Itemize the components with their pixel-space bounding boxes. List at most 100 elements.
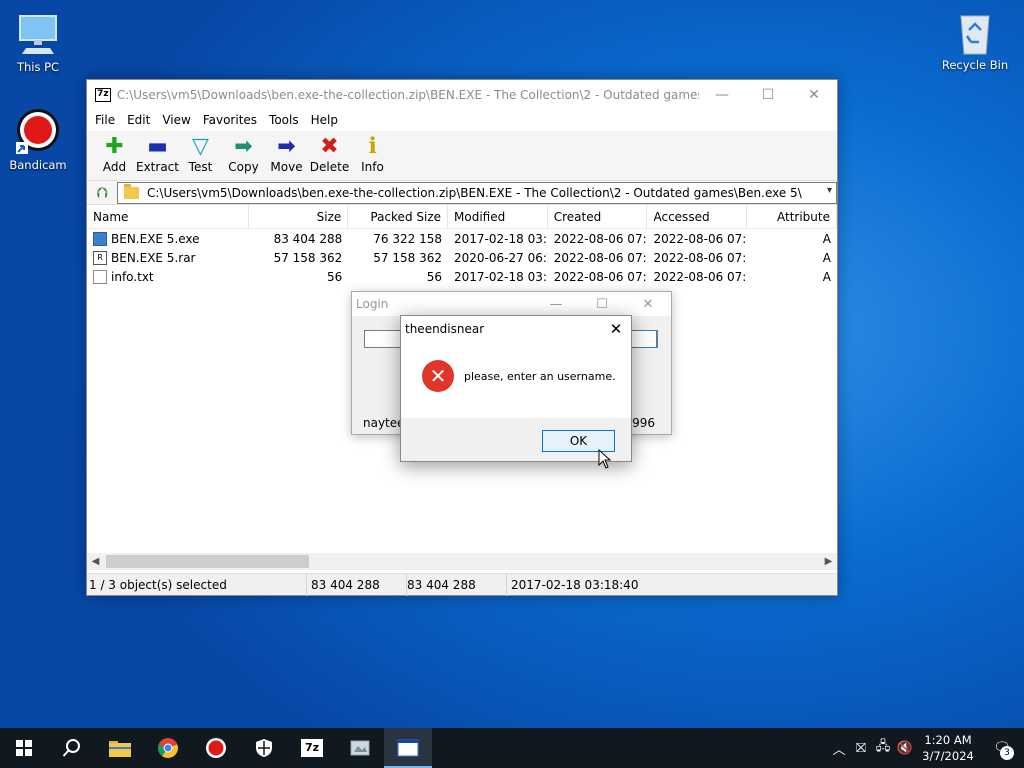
file-modified: 2020-06-27 06:29 [454,250,548,265]
desktop-icon-recycle-bin[interactable]: Recycle Bin [937,8,1013,72]
desktop-icon-bandicam[interactable]: Bandicam [0,108,76,172]
scroll-thumb[interactable] [106,555,309,568]
message-box-title: theendisnear [405,321,485,336]
chrome-icon [158,738,178,758]
volume-muted-icon[interactable]: 🔇 [894,741,916,756]
maximize-button[interactable]: ☐ [745,80,791,109]
file-packed-size: 57 158 362 [373,250,443,265]
start-button[interactable] [0,728,48,768]
file-size: 57 158 362 [273,250,343,265]
taskbar: 7z ︿ ⛝ 🖧 🔇 1:20 AM 3/7/2024 🗨 3 [0,728,1024,768]
clock-date: 3/7/2024 [922,749,974,763]
file-created: 2022-08-06 07:38 [553,269,648,284]
delete-button[interactable]: ✖ Delete [308,134,351,175]
chevron-down-icon[interactable]: ▾ [827,185,832,196]
column-packed-size[interactable]: Packed Size [348,204,449,229]
add-button[interactable]: ✚ Add [93,134,136,175]
status-selected: 1 / 3 object(s) selected [87,573,307,596]
search-icon [62,739,80,757]
test-button[interactable]: ▽ Test [179,134,222,175]
message-box-footer: OK [401,418,631,461]
menu-edit[interactable]: Edit [121,113,156,127]
system-tray: ︿ ⛝ 🖧 🔇 1:20 AM 3/7/2024 🗨 3 [828,728,1024,768]
info-icon: ℹ [368,134,377,159]
double-arrow-right-icon: ➡ [234,134,253,159]
clock[interactable]: 1:20 AM 3/7/2024 [916,732,980,764]
minimize-button[interactable]: — [699,80,745,109]
action-center-button[interactable]: 🗨 3 [980,728,1024,768]
column-name[interactable]: Name [87,204,249,229]
chevron-down-icon: ▽ [192,134,209,159]
network-icon[interactable]: 🖧 [872,737,894,759]
network-warning-icon[interactable]: ⛝ [850,741,872,756]
shield-icon [256,739,272,757]
search-button[interactable] [48,728,96,768]
title-bar[interactable]: 7z C:\Users\vm5\Downloads\ben.exe-the-co… [87,80,837,109]
file-name: info.txt [111,269,154,284]
error-icon: ✕ [422,360,454,392]
menu-file[interactable]: File [89,113,121,127]
extract-label: Extract [136,160,179,174]
desktop-icon-label: This PC [16,60,60,74]
login-title-bar[interactable]: Login — ☐ ✕ [352,292,671,316]
column-modified[interactable]: Modified [448,204,548,229]
login-close-button[interactable]: ✕ [625,297,671,312]
file-row[interactable]: info.txt 56 56 2017-02-18 03:19 2022-08-… [87,267,837,286]
column-created[interactable]: Created [548,204,648,229]
plus-icon: ✚ [105,134,124,159]
status-size: 83 404 288 [307,573,407,596]
file-row[interactable]: BEN.EXE 5.exe 83 404 288 76 322 158 2017… [87,229,837,248]
desktop-icon-label: Recycle Bin [941,58,1009,72]
info-button[interactable]: ℹ Info [351,134,394,175]
column-attributes[interactable]: Attribute [747,204,837,229]
move-button[interactable]: ➡ Move [265,134,308,175]
file-name: BEN.EXE 5.rar [111,250,196,265]
menu-view[interactable]: View [156,113,196,127]
login-maximize-button[interactable]: ☐ [579,297,625,312]
extract-button[interactable]: ▬ Extract [136,134,179,175]
column-size[interactable]: Size [249,204,349,229]
bandicam-icon [14,108,62,156]
folder-icon [109,741,131,757]
file-row[interactable]: R BEN.EXE 5.rar 57 158 362 57 158 362 202… [87,248,837,267]
file-attributes: A [822,269,831,284]
file-modified: 2017-02-18 03:18 [454,231,548,246]
taskbar-app[interactable] [336,728,384,768]
menu-favorites[interactable]: Favorites [197,113,263,127]
message-text: please, enter an username. [464,369,616,383]
taskbar-security[interactable] [240,728,288,768]
recycle-bin-icon [951,8,999,56]
horizontal-scrollbar[interactable]: ◀ ▶ [87,553,837,570]
taskbar-login-app[interactable] [384,728,432,768]
taskbar-file-explorer[interactable] [96,728,144,768]
address-text: C:\Users\vm5\Downloads\ben.exe-the-colle… [147,185,802,200]
message-box-close-icon[interactable]: ✕ [601,320,631,338]
copy-button[interactable]: ➡ Copy [222,134,265,175]
add-label: Add [102,160,127,174]
desktop-icon-this-pc[interactable]: This PC [0,10,76,74]
chevron-up-icon[interactable]: ︿ [828,739,850,758]
menu-tools[interactable]: Tools [263,113,305,127]
delete-label: Delete [309,160,350,174]
taskbar-7zip[interactable]: 7z [288,728,336,768]
menu-bar: File Edit View Favorites Tools Help [87,109,837,131]
up-folder-button[interactable]: ⮉ [87,182,117,204]
window-icon [397,739,419,757]
app-window-icon [350,740,370,756]
login-minimize-button[interactable]: — [533,297,579,312]
column-headers: Name Size Packed Size Modified Created A… [87,204,837,229]
menu-help[interactable]: Help [305,113,344,127]
message-box-title-bar[interactable]: theendisnear ✕ [401,316,631,341]
column-accessed[interactable]: Accessed [647,204,748,229]
scroll-left-icon[interactable]: ◀ [87,556,104,567]
scroll-right-icon[interactable]: ▶ [820,556,837,567]
file-attributes: A [822,250,831,265]
arrow-right-icon: ➡ [277,134,296,159]
window-title: C:\Users\vm5\Downloads\ben.exe-the-colle… [116,87,699,102]
address-field[interactable]: C:\Users\vm5\Downloads\ben.exe-the-colle… [117,181,837,204]
notification-count-badge: 3 [1000,746,1014,760]
record-icon [206,738,226,758]
close-button[interactable]: ✕ [791,80,837,109]
taskbar-bandicam[interactable] [192,728,240,768]
taskbar-chrome[interactable] [144,728,192,768]
